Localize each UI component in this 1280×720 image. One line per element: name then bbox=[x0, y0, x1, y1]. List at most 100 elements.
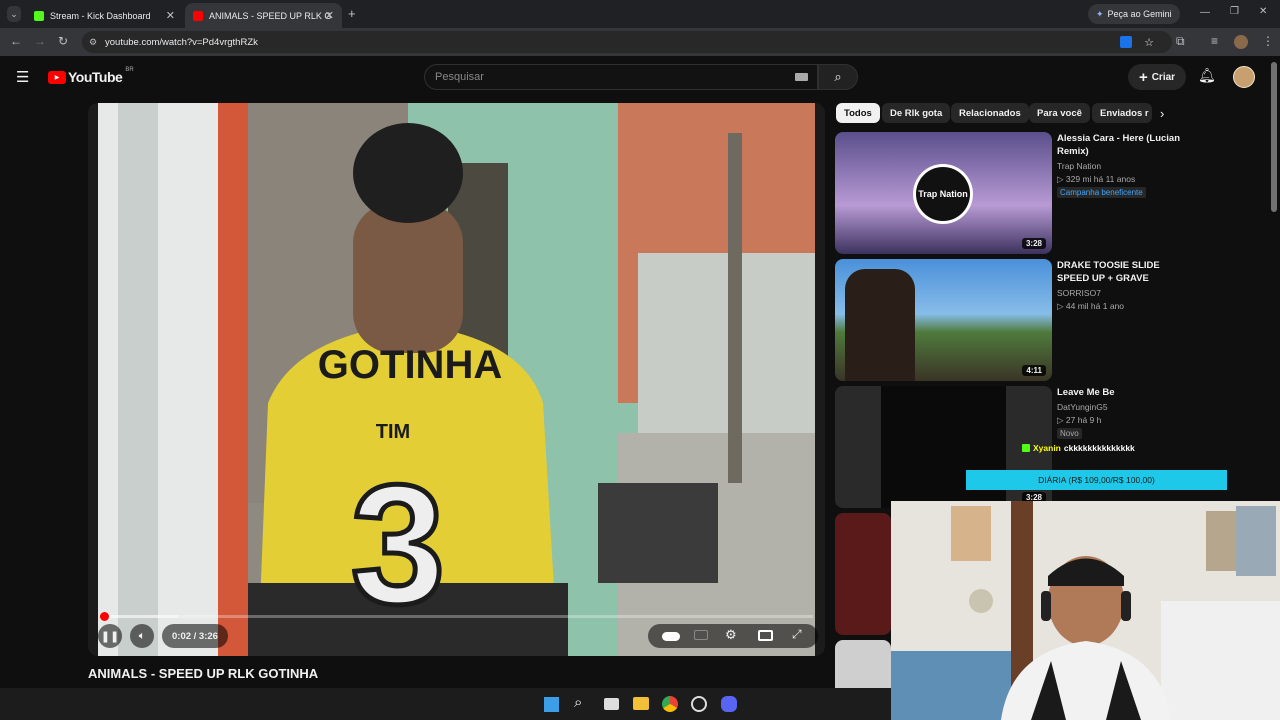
youtube-header: ☰ ▶ YouTube BR Pesquisar ⌕ + Criar 🔔︎ bbox=[0, 56, 1280, 98]
recommendation-thumbnail-partial[interactable] bbox=[835, 513, 891, 635]
duration-badge: 3:28 bbox=[1021, 238, 1046, 249]
chip-related[interactable]: Relacionados bbox=[951, 103, 1029, 123]
windows-start-icon[interactable] bbox=[544, 697, 559, 712]
close-tab-icon[interactable]: ✕ bbox=[166, 9, 175, 22]
recommendation-thumbnail[interactable]: Trap Nation 3:28 bbox=[835, 132, 1052, 254]
keyboard-icon[interactable] bbox=[795, 73, 808, 81]
windows-taskbar: ⌕ bbox=[0, 688, 891, 720]
tab-search-icon[interactable]: ⌄ bbox=[7, 6, 21, 22]
jersey-number: 3 bbox=[351, 450, 446, 640]
chat-username: Xyanin bbox=[1033, 443, 1061, 453]
recommendation-thumbnail[interactable]: 4:11 bbox=[835, 259, 1052, 381]
view-meta: ▷ 27 há 9 h bbox=[1057, 415, 1102, 425]
fundraiser-badge: Campanha beneficente bbox=[1057, 187, 1146, 198]
goal-banner: DIÁRIA (R$ 109,00/R$ 100,00) bbox=[966, 470, 1227, 490]
chip-channel[interactable]: De Rlk gota bbox=[882, 103, 951, 123]
search-button[interactable]: ⌕ bbox=[818, 64, 858, 90]
gemini-icon: ✦ bbox=[1096, 8, 1104, 19]
logo-text: Trap Nation bbox=[916, 167, 970, 221]
youtube-logo[interactable]: ▶ YouTube BR bbox=[48, 67, 134, 85]
chips-next-chevron-icon[interactable]: › bbox=[1160, 106, 1164, 121]
browser-tab-bar: ⌄ Stream - Kick Dashboard ✕ ANIMALS - SP… bbox=[0, 0, 1280, 28]
tab-kick-dashboard[interactable]: Stream - Kick Dashboard ✕ bbox=[26, 3, 183, 28]
autoplay-toggle[interactable] bbox=[662, 632, 680, 641]
progress-bar[interactable] bbox=[100, 612, 813, 621]
translate-icon[interactable] bbox=[1120, 36, 1132, 48]
plus-icon: + bbox=[1138, 68, 1148, 86]
extensions-icon[interactable]: ⧉ bbox=[1176, 34, 1185, 49]
chip-uploaded[interactable]: Enviados r bbox=[1092, 103, 1152, 123]
back-icon[interactable]: ← bbox=[10, 34, 22, 48]
create-label: Criar bbox=[1151, 71, 1176, 83]
view-meta: ▷ 44 mil há 1 ano bbox=[1057, 301, 1125, 311]
fullscreen-icon[interactable]: ⤢ bbox=[792, 627, 802, 642]
chip-for-you[interactable]: Para você bbox=[1029, 103, 1090, 123]
account-avatar[interactable] bbox=[1233, 66, 1255, 88]
channel-name[interactable]: SORRISO7 bbox=[1057, 288, 1101, 298]
jersey-sponsor: TIM bbox=[376, 421, 410, 443]
file-explorer-icon[interactable] bbox=[633, 697, 649, 710]
menu-kebab-icon[interactable]: ⋮ bbox=[1262, 34, 1274, 48]
obs-icon[interactable] bbox=[691, 696, 707, 712]
webcam-overlay bbox=[891, 501, 1280, 720]
chat-text: ckkkkkkkkkkkkkk bbox=[1063, 443, 1135, 453]
task-view-icon[interactable] bbox=[604, 698, 619, 710]
taskbar-search-icon[interactable]: ⌕ bbox=[574, 694, 582, 711]
close-tab-icon[interactable]: ✕ bbox=[325, 9, 334, 22]
search-input[interactable]: Pesquisar bbox=[424, 64, 818, 90]
goal-banner-text: DIÁRIA (R$ 109,00/R$ 100,00) bbox=[1038, 475, 1155, 485]
forward-icon[interactable]: → bbox=[34, 34, 46, 48]
pause-button[interactable]: ❚❚ bbox=[98, 624, 122, 648]
restore-icon[interactable]: ❐ bbox=[1230, 6, 1239, 17]
kick-icon bbox=[34, 10, 44, 21]
duration-badge: 4:11 bbox=[1022, 365, 1046, 376]
trap-nation-logo: Trap Nation bbox=[913, 164, 973, 224]
channel-name[interactable]: Trap Nation bbox=[1057, 161, 1101, 171]
kick-icon bbox=[1022, 444, 1030, 452]
hamburger-menu-icon[interactable]: ☰ bbox=[16, 68, 29, 86]
channel-name[interactable]: DatYunginG5 bbox=[1057, 402, 1108, 412]
progress-scrubber[interactable] bbox=[100, 612, 109, 621]
tab-youtube-video[interactable]: ANIMALS - SPEED UP RLK G ✕ bbox=[185, 3, 342, 28]
recommendation-item[interactable]: 4:11 DRAKE TOOSIE SLIDE SPEED UP + GRAVE… bbox=[835, 259, 1275, 381]
captions-icon[interactable] bbox=[694, 630, 708, 640]
recommendation-title: Leave Me Be bbox=[1057, 387, 1115, 398]
video-player[interactable]: GOTINHA TIM 3 ❚❚ 🔈︎ 0:02 / 3:26 ⚙ ⤢ bbox=[88, 103, 825, 656]
bookmark-star-icon[interactable]: ☆ bbox=[1144, 36, 1154, 49]
time-text: 0:02 / 3:26 bbox=[172, 630, 218, 642]
address-bar[interactable]: ⚙ youtube.com/watch?v=Pd4vrgthRZk ☆ bbox=[82, 31, 1172, 53]
stream-chat-message: Xyanin ckkkkkkkkkkkkkk bbox=[1022, 443, 1135, 453]
gemini-button[interactable]: ✦ Peça ao Gemini bbox=[1088, 4, 1180, 24]
right-controls: ⚙ ⤢ bbox=[648, 624, 818, 648]
page-scrollbar[interactable] bbox=[1271, 62, 1277, 212]
recommendation-title: DRAKE TOOSIE SLIDE SPEED UP + GRAVE bbox=[1057, 260, 1160, 284]
create-button[interactable]: + Criar bbox=[1128, 64, 1186, 90]
media-queue-icon[interactable]: ≡ bbox=[1211, 34, 1218, 48]
volume-button[interactable]: 🔈︎ bbox=[130, 624, 154, 648]
youtube-icon bbox=[193, 10, 203, 21]
search-icon: ⌕ bbox=[834, 69, 842, 84]
chip-all[interactable]: Todos bbox=[836, 103, 880, 123]
recommendation-title: Alessia Cara - Here (Lucian Remix) bbox=[1057, 133, 1181, 157]
recommendation-item[interactable]: Trap Nation 3:28 Alessia Cara - Here (Lu… bbox=[835, 132, 1275, 254]
theater-mode-icon[interactable] bbox=[758, 630, 773, 641]
chrome-icon[interactable] bbox=[662, 696, 678, 712]
time-display: 0:02 / 3:26 bbox=[162, 624, 228, 648]
jersey-name: GOTINHA bbox=[318, 343, 502, 387]
settings-gear-icon[interactable]: ⚙ bbox=[725, 627, 737, 643]
minimize-icon[interactable]: — bbox=[1200, 7, 1210, 18]
new-tab-icon[interactable]: + bbox=[348, 6, 356, 21]
video-frame: GOTINHA TIM 3 bbox=[98, 103, 815, 656]
url-text: youtube.com/watch?v=Pd4vrgthRZk bbox=[105, 36, 258, 48]
pause-icon: ❚❚ bbox=[100, 630, 120, 643]
profile-avatar[interactable] bbox=[1234, 35, 1248, 49]
close-window-icon[interactable]: ✕ bbox=[1259, 6, 1267, 17]
tab-title: ANIMALS - SPEED UP RLK G bbox=[209, 10, 332, 21]
volume-icon: 🔈︎ bbox=[138, 629, 146, 642]
tab-title: Stream - Kick Dashboard bbox=[50, 10, 151, 21]
region-code: BR bbox=[125, 67, 134, 73]
site-info-icon[interactable]: ⚙ bbox=[89, 37, 97, 48]
discord-icon[interactable] bbox=[721, 696, 737, 712]
notifications-bell-icon[interactable]: 🔔︎ bbox=[1198, 67, 1216, 84]
reload-icon[interactable]: ↻ bbox=[58, 34, 68, 48]
